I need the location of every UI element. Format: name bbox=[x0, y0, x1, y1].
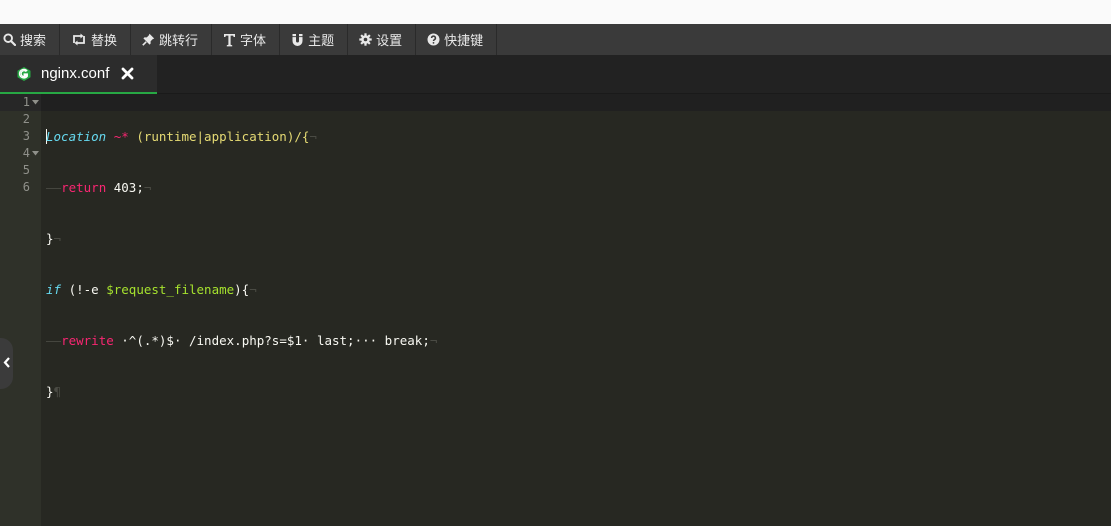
code-line: }¬ bbox=[46, 230, 437, 247]
toolbar-search-button[interactable]: 搜索 bbox=[0, 24, 61, 55]
file-tab-label: nginx.conf bbox=[41, 65, 110, 82]
code-token: (runtime|application)/{ bbox=[128, 129, 310, 144]
code-line: Location ~* (runtime|application)/{¬ bbox=[46, 128, 437, 145]
toolbar-theme-label: 主题 bbox=[308, 33, 335, 48]
invisible-char: ¬ bbox=[429, 333, 438, 348]
line-number: 6 bbox=[22, 180, 30, 194]
toolbar-shortcuts-button[interactable]: 快捷键 bbox=[416, 24, 498, 55]
toolbar-font-label: 字体 bbox=[240, 33, 267, 48]
toolbar-theme-button[interactable]: 主题 bbox=[280, 24, 349, 55]
close-icon[interactable] bbox=[120, 67, 134, 81]
code-text-area[interactable]: Location ~* (runtime|application)/{¬ ——r… bbox=[46, 94, 437, 434]
toolbar-replace-button[interactable]: 替换 bbox=[60, 24, 132, 55]
code-line: }¶ bbox=[46, 383, 437, 400]
code-token: ){ bbox=[234, 282, 250, 297]
invisible-char: ¬ bbox=[53, 231, 62, 246]
editor-toolbar: 搜索 替换 跳转行 字体 主题 设置 快捷键 bbox=[0, 24, 1111, 55]
toolbar-search-label: 搜索 bbox=[20, 33, 47, 48]
file-type-icon bbox=[16, 66, 32, 82]
code-token: rewrite bbox=[61, 333, 114, 348]
code-token: 403; bbox=[106, 180, 144, 195]
code-token: Location bbox=[46, 129, 107, 144]
fold-arrow-icon[interactable] bbox=[31, 94, 39, 111]
line-number: 1 bbox=[22, 95, 30, 109]
invisible-char: ¬ bbox=[249, 282, 257, 297]
invisible-char: ¬ bbox=[309, 129, 317, 144]
invisible-char: ¬ bbox=[143, 180, 152, 195]
toolbar-goto-line-button[interactable]: 跳转行 bbox=[131, 24, 213, 55]
code-line: if (!-e $request_filename){¬ bbox=[46, 281, 437, 298]
code-token: ·· break; bbox=[362, 333, 430, 348]
toolbar-settings-label: 设置 bbox=[376, 33, 403, 48]
code-token: return bbox=[61, 180, 107, 195]
file-tab-bar: nginx.conf bbox=[0, 55, 1111, 94]
code-line: ——rewrite ·^(.*)$· /index.php?s=$1· last… bbox=[46, 332, 437, 349]
toolbar-settings-button[interactable]: 设置 bbox=[348, 24, 417, 55]
line-number: 3 bbox=[22, 129, 30, 143]
code-token: } bbox=[46, 231, 54, 246]
search-icon bbox=[2, 33, 16, 47]
code-token: last;· bbox=[309, 333, 363, 348]
toolbar-replace-label: 替换 bbox=[91, 33, 118, 48]
line-number: 4 bbox=[22, 146, 30, 160]
code-token: $request_filename bbox=[106, 282, 235, 297]
question-icon bbox=[426, 33, 440, 47]
code-token: if bbox=[46, 282, 62, 297]
gear-icon bbox=[358, 33, 372, 47]
code-editor[interactable]: 1 2 3 4 5 6 Location ~* (runtime|applica… bbox=[0, 94, 1111, 526]
code-token: } bbox=[46, 384, 54, 399]
toolbar-shortcuts-label: 快捷键 bbox=[444, 33, 484, 48]
code-token: ~* bbox=[106, 129, 129, 144]
toolbar-goto-line-label: 跳转行 bbox=[159, 33, 199, 48]
code-token: (!-e bbox=[61, 282, 107, 297]
side-panel-toggle[interactable] bbox=[0, 338, 13, 389]
pin-icon bbox=[141, 33, 155, 47]
font-icon bbox=[222, 33, 236, 47]
code-token: ·^(.*)$· bbox=[113, 333, 182, 348]
file-tab[interactable]: nginx.conf bbox=[0, 55, 157, 94]
invisible-char: —— bbox=[46, 180, 62, 195]
replace-icon bbox=[70, 33, 87, 47]
fold-arrow-icon[interactable] bbox=[31, 145, 39, 162]
line-number: 2 bbox=[22, 112, 30, 126]
code-line: ——return 403;¬ bbox=[46, 179, 437, 196]
magnet-icon bbox=[290, 33, 304, 47]
code-token: /index.php?s=$1· bbox=[181, 333, 310, 348]
line-number: 5 bbox=[22, 163, 30, 177]
invisible-char: —— bbox=[46, 333, 62, 348]
toolbar-font-button[interactable]: 字体 bbox=[212, 24, 281, 55]
chevron-left-icon bbox=[3, 355, 11, 373]
window-top-strip bbox=[0, 0, 1111, 24]
invisible-char: ¶ bbox=[53, 384, 62, 399]
